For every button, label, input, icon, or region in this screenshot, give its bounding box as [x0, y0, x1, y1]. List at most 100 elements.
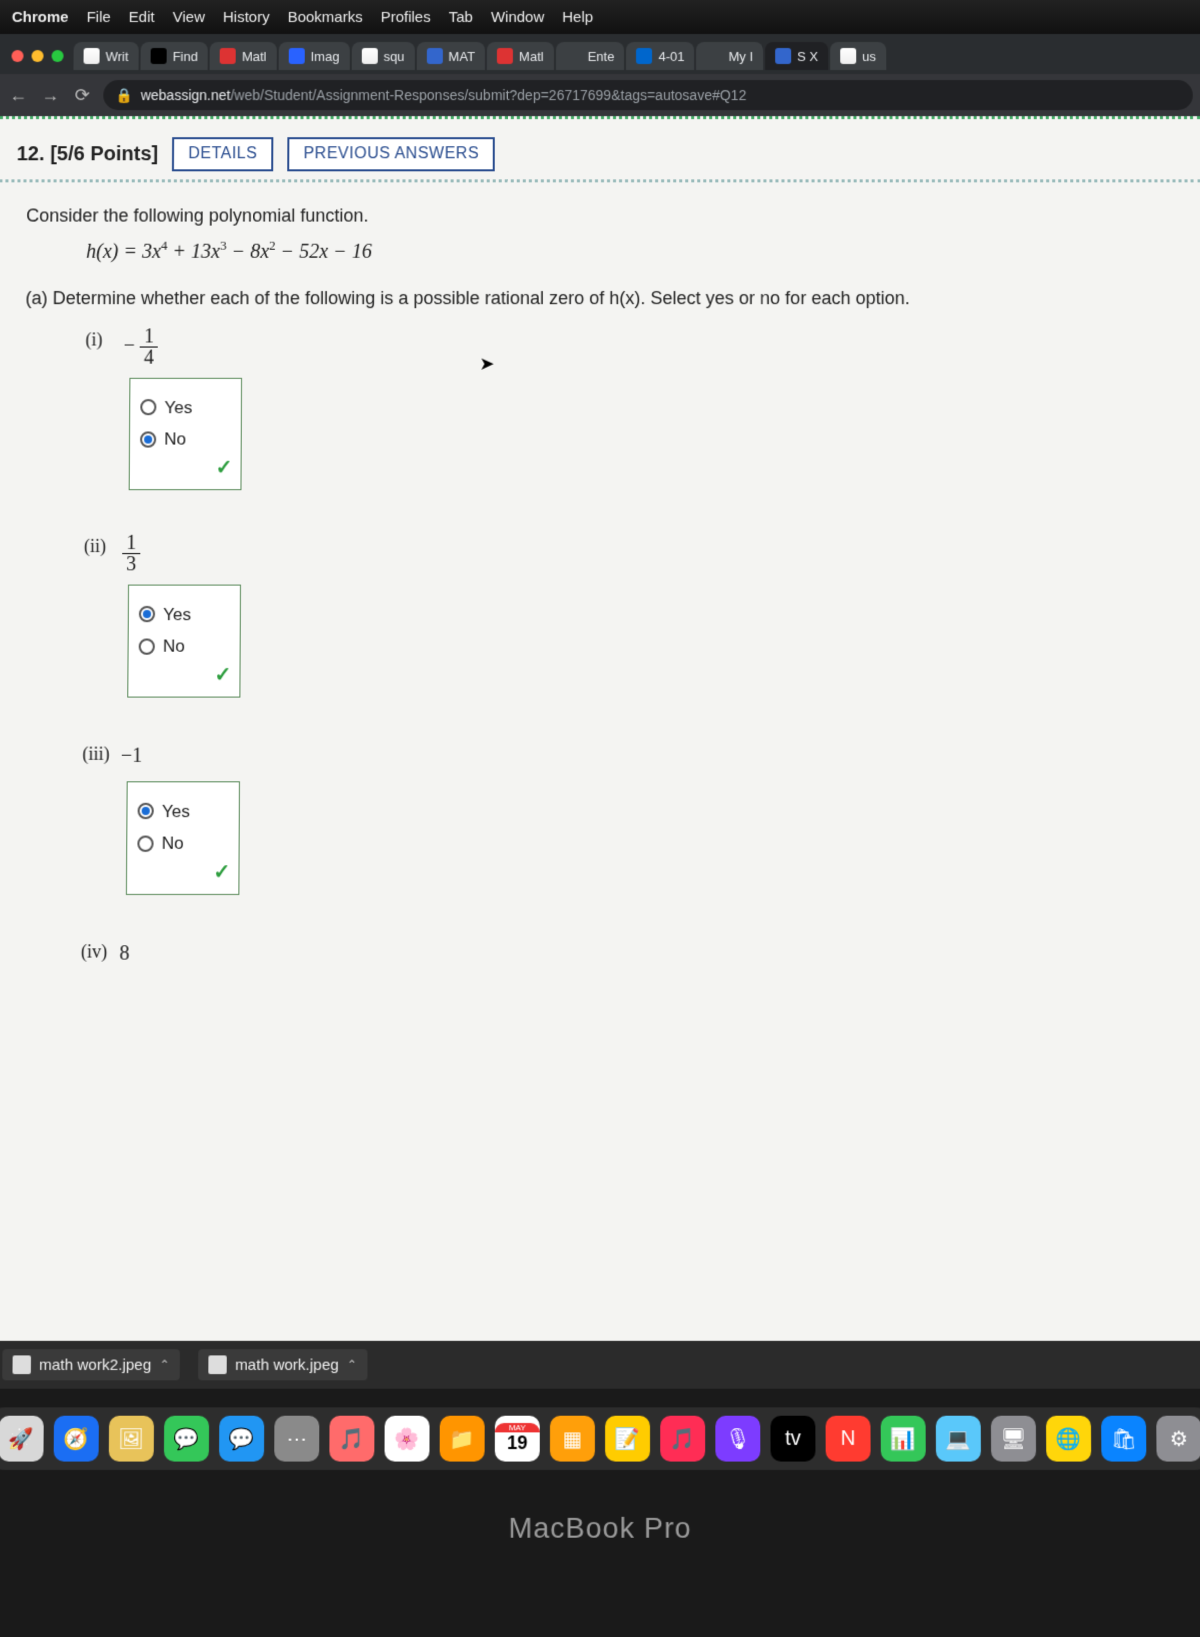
tab-label: Matl: [519, 49, 544, 64]
url-domain: webassign.net: [141, 87, 231, 103]
dock-app-icon[interactable]: 📁: [440, 1416, 485, 1462]
fullscreen-window-icon[interactable]: [52, 50, 64, 62]
radio-icon[interactable]: [140, 431, 156, 447]
tab-label: MAT: [448, 49, 475, 64]
previous-answers-button[interactable]: PREVIOUS ANSWERS: [287, 137, 495, 171]
dock-app-icon[interactable]: 🎙: [715, 1416, 760, 1462]
lock-icon: 🔒: [115, 87, 133, 104]
options-list: (i)− 14YesNo✓(ii)13YesNo✓(iii)−1YesNo✓(i…: [81, 326, 1180, 969]
macos-menubar: Chrome File Edit View History Bookmarks …: [0, 0, 1200, 34]
menu-window[interactable]: Window: [491, 8, 544, 25]
dock-region: 🚀🧭🖼💬💬⋯🎵🌸📁MAY19▦📝🎵🎙tvN📊💻🖥🌐🛍⚙: [0, 1389, 1200, 1470]
option-1: (i)− 14YesNo✓: [84, 326, 1176, 490]
back-icon[interactable]: ←: [7, 85, 29, 106]
menubar-app-name[interactable]: Chrome: [12, 8, 69, 25]
dock-app-icon[interactable]: 🌐: [1046, 1416, 1091, 1462]
tab-label: Writ: [106, 49, 129, 64]
question-intro: Consider the following polynomial functi…: [26, 202, 1174, 229]
radio-option-no[interactable]: No: [137, 831, 222, 857]
radio-label: Yes: [164, 395, 192, 421]
details-button[interactable]: DETAILS: [172, 137, 273, 171]
minimize-window-icon[interactable]: [31, 50, 43, 62]
tab-label: 4-01: [658, 49, 684, 64]
radio-option-yes[interactable]: Yes: [140, 395, 225, 421]
browser-tab[interactable]: us: [830, 42, 886, 70]
menu-profiles[interactable]: Profiles: [381, 8, 431, 25]
dock-app-icon[interactable]: 📊: [881, 1416, 926, 1462]
downloads-shelf: math work2.jpeg ⌃ math work.jpeg ⌃: [0, 1341, 1200, 1389]
menu-tab[interactable]: Tab: [449, 8, 473, 25]
dock-app-icon[interactable]: 💻: [936, 1416, 981, 1462]
radio-option-no[interactable]: No: [140, 427, 225, 453]
dock-app-icon[interactable]: 💬: [219, 1416, 264, 1462]
question-body: Consider the following polynomial functi…: [0, 182, 1200, 1032]
browser-tab[interactable]: Ente: [556, 42, 625, 70]
option-value: − 14: [123, 326, 158, 367]
download-item[interactable]: math work2.jpeg ⌃: [2, 1349, 180, 1380]
option-label: (iii): [82, 740, 121, 768]
dock-app-icon[interactable]: 📝: [605, 1416, 650, 1462]
dock-app-icon[interactable]: 🧭: [54, 1416, 99, 1462]
radio-icon[interactable]: [140, 399, 156, 415]
radio-option-no[interactable]: No: [139, 634, 224, 660]
menu-edit[interactable]: Edit: [129, 8, 155, 25]
radio-option-yes[interactable]: Yes: [138, 798, 223, 824]
dock-app-icon[interactable]: MAY19: [495, 1416, 540, 1462]
browser-tab[interactable]: My I: [696, 42, 763, 70]
favicon-icon: [775, 48, 791, 64]
reload-icon[interactable]: ⟳: [71, 85, 93, 106]
radio-icon[interactable]: [137, 835, 153, 851]
radio-icon[interactable]: [139, 606, 155, 622]
close-window-icon[interactable]: [11, 50, 23, 62]
part-a-prompt: (a) Determine whether each of the follow…: [25, 285, 1174, 312]
dock-app-icon[interactable]: ⋯: [274, 1416, 319, 1462]
radio-icon[interactable]: [138, 803, 154, 819]
browser-tab[interactable]: Find: [140, 42, 208, 70]
browser-tab[interactable]: MAT: [416, 42, 485, 70]
dock-app-icon[interactable]: tv: [770, 1416, 815, 1462]
browser-tab[interactable]: Imag: [278, 42, 349, 70]
radio-label: Yes: [162, 798, 190, 824]
browser-tab[interactable]: Matl: [210, 42, 277, 70]
favicon-icon: [426, 48, 442, 64]
dock-app-icon[interactable]: ⚙: [1156, 1416, 1200, 1462]
dock-app-icon[interactable]: 🖼: [109, 1416, 154, 1462]
dock-app-icon[interactable]: 🖥: [991, 1416, 1036, 1462]
mouse-cursor-icon: ➤: [479, 351, 494, 378]
question-number: 12. [5/6 Points]: [17, 143, 159, 166]
dock-app-icon[interactable]: ▦: [550, 1416, 595, 1462]
browser-tab[interactable]: Matl: [487, 42, 554, 70]
dock-app-icon[interactable]: 💬: [164, 1416, 209, 1462]
radio-option-yes[interactable]: Yes: [139, 602, 224, 628]
dock-app-icon[interactable]: 🎵: [329, 1416, 374, 1462]
browser-tab[interactable]: Writ: [73, 42, 138, 70]
tab-strip: WritFindMatlImagsquMATMatlEnte4-01My IS …: [0, 34, 1200, 74]
dock-app-icon[interactable]: 🛍: [1101, 1416, 1146, 1462]
browser-tab[interactable]: 4-01: [626, 42, 694, 70]
menu-bookmarks[interactable]: Bookmarks: [288, 8, 363, 25]
dock-app-icon[interactable]: 🚀: [0, 1416, 44, 1462]
menu-view[interactable]: View: [173, 8, 205, 25]
question-header: 12. [5/6 Points] DETAILS PREVIOUS ANSWER…: [0, 119, 1200, 182]
dock-app-icon[interactable]: N: [826, 1416, 871, 1462]
option-value: 13: [122, 532, 140, 574]
option-2: (ii)13YesNo✓: [83, 532, 1178, 697]
chevron-up-icon[interactable]: ⌃: [159, 1357, 169, 1372]
download-item[interactable]: math work.jpeg ⌃: [198, 1349, 367, 1380]
address-bar[interactable]: 🔒 webassign.net/web/Student/Assignment-R…: [103, 80, 1193, 110]
dock-app-icon[interactable]: 🎵: [660, 1416, 705, 1462]
menu-help[interactable]: Help: [562, 8, 593, 25]
browser-tab[interactable]: squ: [351, 42, 414, 70]
menu-file[interactable]: File: [86, 8, 110, 25]
dock-app-icon[interactable]: 🌸: [385, 1416, 430, 1462]
browser-tab[interactable]: S X: [765, 42, 828, 70]
forward-icon[interactable]: →: [39, 85, 61, 106]
browser-toolbar: ← → ⟳ 🔒 webassign.net/web/Student/Assign…: [0, 74, 1200, 116]
option-value: 8: [119, 938, 129, 969]
chevron-up-icon[interactable]: ⌃: [347, 1357, 357, 1372]
radio-icon[interactable]: [139, 638, 155, 654]
menu-history[interactable]: History: [223, 8, 270, 25]
url-path: /web/Student/Assignment-Responses/submit…: [230, 87, 746, 103]
radio-label: No: [162, 831, 184, 857]
favicon-icon: [361, 48, 377, 64]
